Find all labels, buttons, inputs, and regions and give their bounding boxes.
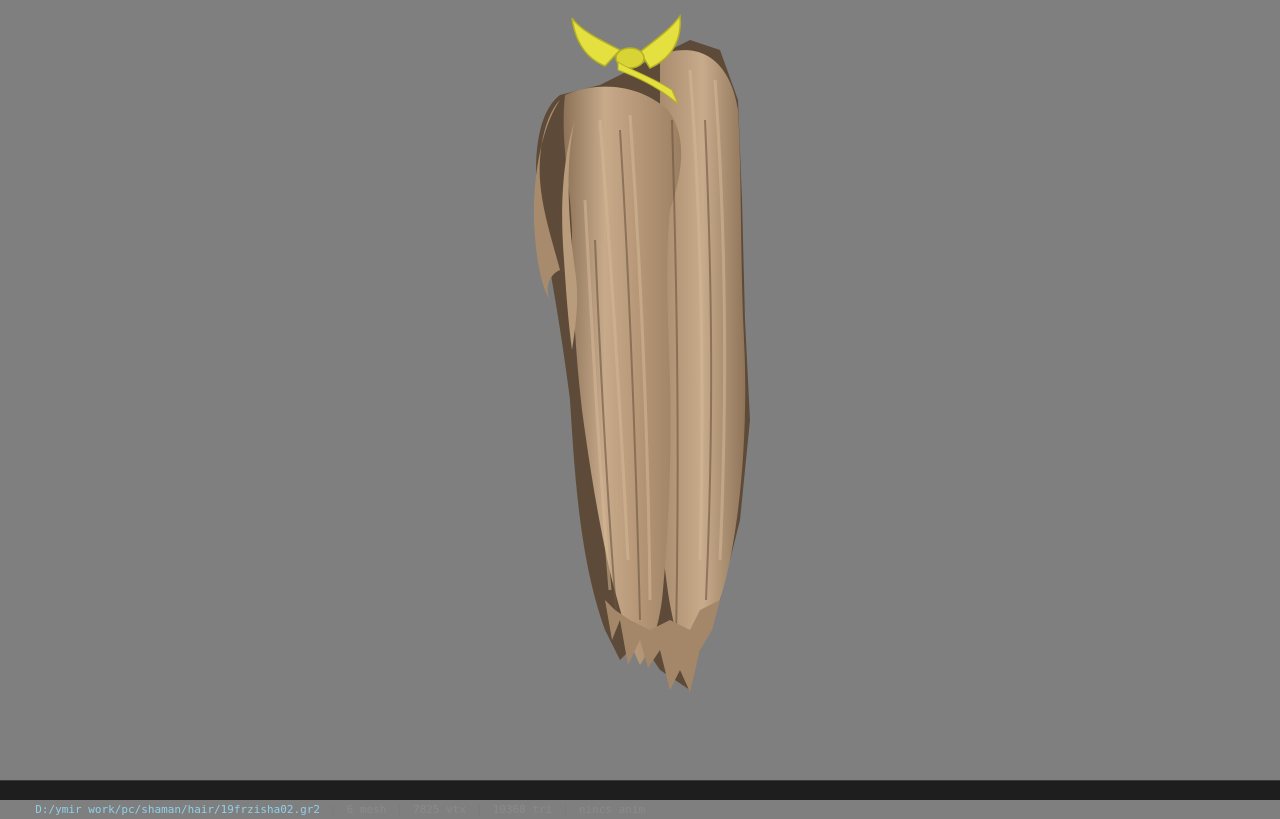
separator: | [476,803,483,816]
file-path: D:/ymir work/pc/shaman/hair/19frzisha02.… [35,803,321,816]
separator: | [396,803,404,816]
separator: | [330,803,337,816]
status-bar: D:/ymir work/pc/shaman/hair/19frzisha02.… [0,780,1280,816]
3d-viewport[interactable] [0,0,1280,780]
separator: | [562,803,569,816]
triangle-count: 10368 tri [492,803,553,816]
vertex-count: 7825 vtx [413,803,467,816]
mesh-count: 6 mesh [346,803,387,816]
animation-status: nincs anim [578,803,646,816]
hair-model [533,13,750,692]
